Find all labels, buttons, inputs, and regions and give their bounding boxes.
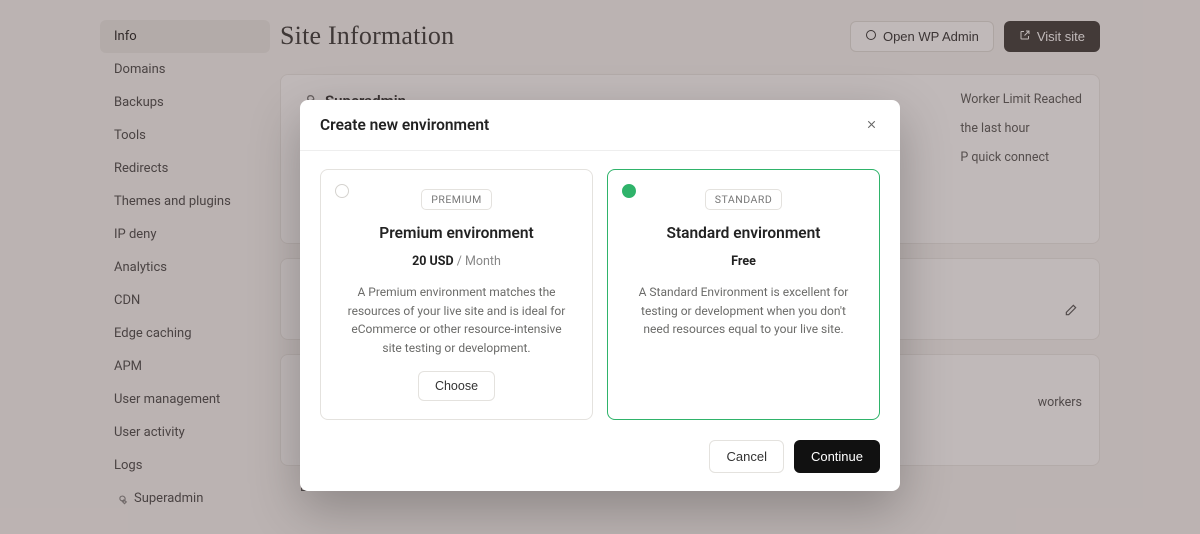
close-button[interactable]	[862, 116, 880, 134]
price-value: Free	[731, 254, 756, 269]
sidebar-item-label: User management	[114, 392, 220, 407]
plan-name: Standard environment	[624, 224, 863, 242]
price-per: / Month	[454, 254, 501, 269]
close-icon	[865, 116, 878, 135]
sidebar-item-label: APM	[114, 359, 142, 374]
edit-button[interactable]	[1060, 300, 1082, 322]
sidebar-item-label: Backups	[114, 95, 164, 110]
sidebar-item-label: Edge caching	[114, 326, 192, 341]
sidebar-item-label: Themes and plugins	[114, 194, 231, 209]
sidebar-item-label: Tools	[114, 128, 146, 143]
plan-pill: PREMIUM	[421, 189, 492, 210]
sidebar-item-tools[interactable]: Tools	[100, 119, 270, 152]
sidebar-item-label: Domains	[114, 62, 165, 77]
modal-header: Create new environment	[300, 100, 900, 151]
radio-icon	[335, 184, 349, 198]
plan-description: A Standard Environment is excellent for …	[624, 283, 863, 339]
sidebar-item-label: IP deny	[114, 227, 157, 242]
sidebar-item-label: Analytics	[114, 260, 167, 275]
sidebar-item-edgecaching[interactable]: Edge caching	[100, 317, 270, 350]
sidebar-item-label: Redirects	[114, 161, 168, 176]
sidebar-item-label: CDN	[114, 293, 140, 308]
price-value: 20 USD	[412, 254, 454, 269]
modal: Create new environment PREMIUM Premium e…	[300, 100, 900, 491]
open-wp-admin-button[interactable]: Open WP Admin	[850, 21, 994, 52]
workers-label: workers	[1038, 395, 1082, 410]
visit-site-button[interactable]: Visit site	[1004, 21, 1100, 52]
sidebar-item-label: Info	[114, 29, 137, 44]
sidebar-item-superadmin[interactable]: Superadmin	[100, 482, 270, 515]
modal-footer: Cancel Continue	[300, 426, 900, 491]
page-title: Site Information	[280, 21, 454, 51]
plan-price: 20 USD / Month	[337, 254, 576, 269]
sidebar-item-ipdeny[interactable]: IP deny	[100, 218, 270, 251]
link-worker-limit[interactable]: Worker Limit Reached	[960, 92, 1082, 107]
sidebar-item-label: Superadmin	[134, 491, 203, 506]
sidebar-item-backups[interactable]: Backups	[100, 86, 270, 119]
sidebar-item-usermgmt[interactable]: User management	[100, 383, 270, 416]
modal-title: Create new environment	[320, 116, 489, 134]
choose-button[interactable]: Choose	[418, 371, 495, 401]
topbar: Site Information Open WP Admin Visit sit…	[280, 12, 1100, 60]
wrench-icon	[114, 492, 128, 506]
link-last-hour[interactable]: the last hour	[960, 121, 1082, 136]
plan-pill: STANDARD	[705, 189, 782, 210]
sidebar: Info Domains Backups Tools Redirects The…	[100, 12, 270, 534]
sidebar-item-analytics[interactable]: Analytics	[100, 251, 270, 284]
sidebar-item-redirects[interactable]: Redirects	[100, 152, 270, 185]
sidebar-item-domains[interactable]: Domains	[100, 53, 270, 86]
plan-price: Free	[624, 254, 863, 269]
plan-name: Premium environment	[337, 224, 576, 242]
plan-card-standard[interactable]: STANDARD Standard environment Free A Sta…	[607, 169, 880, 420]
sidebar-item-useractivity[interactable]: User activity	[100, 416, 270, 449]
plan-card-premium[interactable]: PREMIUM Premium environment 20 USD / Mon…	[320, 169, 593, 420]
sidebar-item-label: Logs	[114, 458, 142, 473]
right-links: Worker Limit Reached the last hour P qui…	[960, 92, 1082, 165]
modal-body: PREMIUM Premium environment 20 USD / Mon…	[300, 151, 900, 426]
radio-icon	[622, 184, 636, 198]
button-label: Open WP Admin	[883, 29, 979, 44]
sidebar-item-cdn[interactable]: CDN	[100, 284, 270, 317]
sidebar-item-logs[interactable]: Logs	[100, 449, 270, 482]
link-quick-connect[interactable]: P quick connect	[960, 150, 1082, 165]
wordpress-icon	[865, 29, 877, 44]
button-label: Visit site	[1037, 29, 1085, 44]
plan-description: A Premium environment matches the resour…	[337, 283, 576, 357]
cancel-button[interactable]: Cancel	[709, 440, 783, 473]
sidebar-item-themes[interactable]: Themes and plugins	[100, 185, 270, 218]
pencil-icon	[1064, 302, 1078, 321]
continue-button[interactable]: Continue	[794, 440, 880, 473]
external-link-icon	[1019, 29, 1031, 44]
sidebar-item-apm[interactable]: APM	[100, 350, 270, 383]
top-actions: Open WP Admin Visit site	[850, 21, 1100, 52]
sidebar-item-label: User activity	[114, 425, 185, 440]
sidebar-item-info[interactable]: Info	[100, 20, 270, 53]
